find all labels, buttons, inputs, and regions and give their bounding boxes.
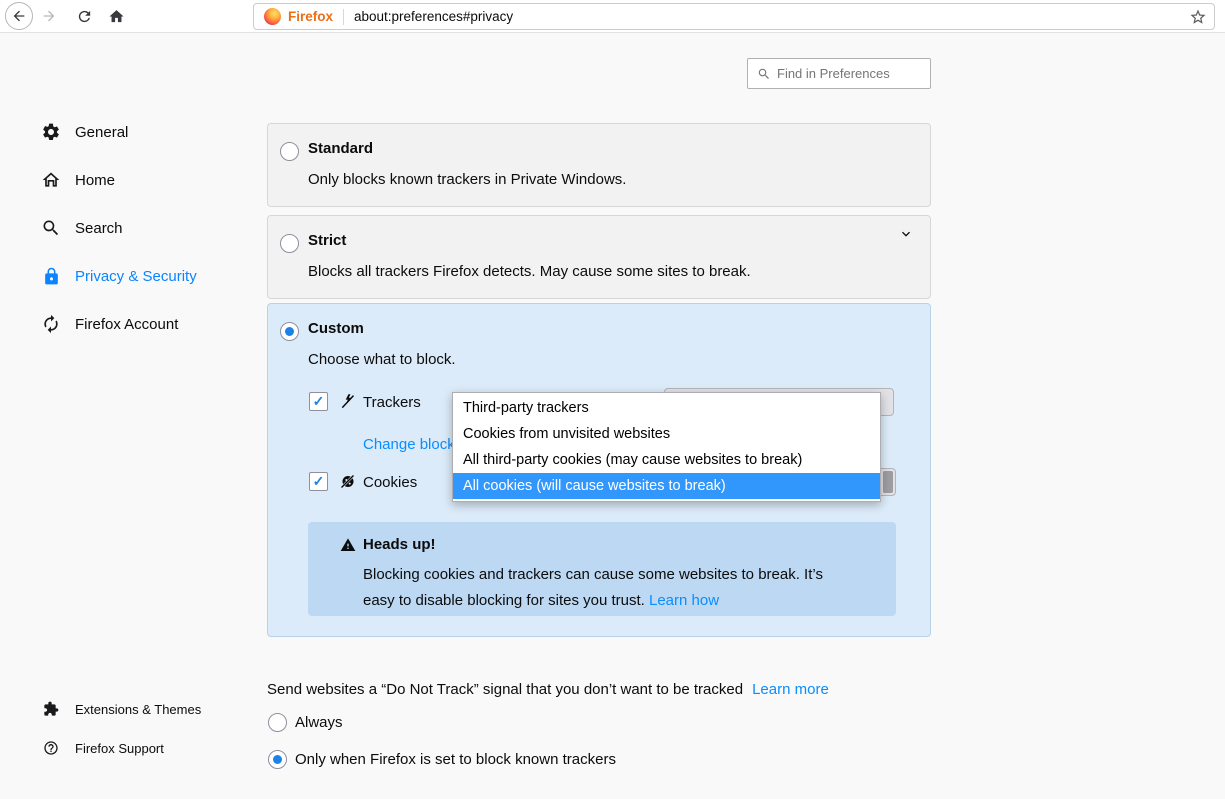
browser-toolbar: Firefox about:preferences#privacy <box>0 0 1225 33</box>
home-button[interactable] <box>106 6 126 26</box>
sidebar-item-firefox-support[interactable]: Firefox Support <box>42 738 164 758</box>
dropdown-option[interactable]: Third-party trackers <box>453 395 880 421</box>
identity-chip[interactable]: Firefox <box>254 8 333 25</box>
identity-label: Firefox <box>288 9 333 24</box>
back-button[interactable] <box>5 2 33 30</box>
do-not-track-label: Send websites a “Do Not Track” signal th… <box>267 681 829 698</box>
address-bar[interactable]: Firefox about:preferences#privacy <box>253 3 1215 30</box>
content-blocking-strict-card[interactable]: Strict Blocks all trackers Firefox detec… <box>267 215 931 299</box>
content-blocking-standard-card[interactable]: Standard Only blocks known trackers in P… <box>267 123 931 207</box>
sidebar-item-general[interactable]: General <box>40 119 128 145</box>
home-icon <box>108 8 125 25</box>
cookies-icon <box>340 473 356 489</box>
cookies-label: Cookies <box>363 474 417 491</box>
sidebar-item-label: General <box>75 124 128 141</box>
trackers-label: Trackers <box>363 394 421 411</box>
heads-up-warning-box: Heads up! Blocking cookies and trackers … <box>308 522 896 616</box>
home-icon <box>40 170 62 190</box>
checkmark-icon: ✓ <box>313 473 325 490</box>
sidebar-item-label: Home <box>75 172 115 189</box>
sidebar-item-label: Firefox Support <box>75 741 164 756</box>
firefox-preferences-window: Firefox about:preferences#privacy Genera… <box>0 0 1225 799</box>
reload-button[interactable] <box>74 6 94 26</box>
forward-arrow-icon <box>41 8 57 24</box>
sync-icon <box>40 314 62 334</box>
bookmark-star-icon[interactable] <box>1189 8 1207 26</box>
learn-more-link[interactable]: Learn more <box>752 681 829 698</box>
dnt-always-radio[interactable] <box>268 713 287 732</box>
sidebar-item-extensions-themes[interactable]: Extensions & Themes <box>42 699 201 719</box>
firefox-logo-icon <box>264 8 281 25</box>
dropdown-option[interactable]: Cookies from unvisited websites <box>453 421 880 447</box>
find-in-preferences-search[interactable] <box>747 58 931 89</box>
search-icon <box>757 67 771 81</box>
urlbar-separator <box>343 9 344 25</box>
sidebar-item-home[interactable]: Home <box>40 167 115 193</box>
learn-how-link[interactable]: Learn how <box>649 592 719 609</box>
checkmark-icon: ✓ <box>313 393 325 410</box>
sidebar-item-label: Firefox Account <box>75 316 178 333</box>
standard-radio[interactable] <box>280 142 299 161</box>
gear-icon <box>40 122 62 142</box>
warning-text: Blocking cookies and trackers can cause … <box>363 562 845 614</box>
trackers-checkbox[interactable]: ✓ <box>309 392 328 411</box>
warning-title: Heads up! <box>363 536 436 553</box>
dropdown-option[interactable]: All cookies (will cause websites to brea… <box>453 473 880 499</box>
dropdown-option[interactable]: All third-party cookies (may cause websi… <box>453 447 880 473</box>
help-icon <box>42 740 60 756</box>
back-arrow-icon <box>11 8 27 24</box>
chevron-down-icon[interactable] <box>898 226 914 242</box>
search-icon <box>40 218 62 238</box>
dnt-only-when-blocking-label: Only when Firefox is set to block known … <box>295 751 616 768</box>
sidebar-item-label: Search <box>75 220 123 237</box>
strict-title: Strict <box>308 232 346 249</box>
sidebar-item-search[interactable]: Search <box>40 215 123 241</box>
strict-radio[interactable] <box>280 234 299 253</box>
warning-icon <box>340 537 356 553</box>
dnt-always-label: Always <box>295 714 343 731</box>
url-text[interactable]: about:preferences#privacy <box>354 9 513 24</box>
standard-title: Standard <box>308 140 373 157</box>
custom-title: Custom <box>308 320 364 337</box>
custom-radio[interactable] <box>280 322 299 341</box>
cookies-dropdown-popup: Third-party trackers Cookies from unvisi… <box>452 392 881 502</box>
forward-button[interactable] <box>39 6 59 26</box>
puzzle-icon <box>42 701 60 717</box>
cookies-checkbox[interactable]: ✓ <box>309 472 328 491</box>
trackers-icon <box>340 393 356 409</box>
strict-description: Blocks all trackers Firefox detects. May… <box>308 263 751 280</box>
custom-description: Choose what to block. <box>308 351 456 368</box>
reload-icon <box>76 8 93 25</box>
dnt-only-when-blocking-radio[interactable] <box>268 750 287 769</box>
sidebar-item-label: Privacy & Security <box>75 268 197 285</box>
standard-description: Only blocks known trackers in Private Wi… <box>308 171 626 188</box>
sidebar-item-firefox-account[interactable]: Firefox Account <box>40 311 178 337</box>
lock-icon <box>40 267 62 286</box>
search-input[interactable] <box>777 66 930 81</box>
sidebar-item-privacy-security[interactable]: Privacy & Security <box>40 263 197 289</box>
sidebar-item-label: Extensions & Themes <box>75 702 201 717</box>
